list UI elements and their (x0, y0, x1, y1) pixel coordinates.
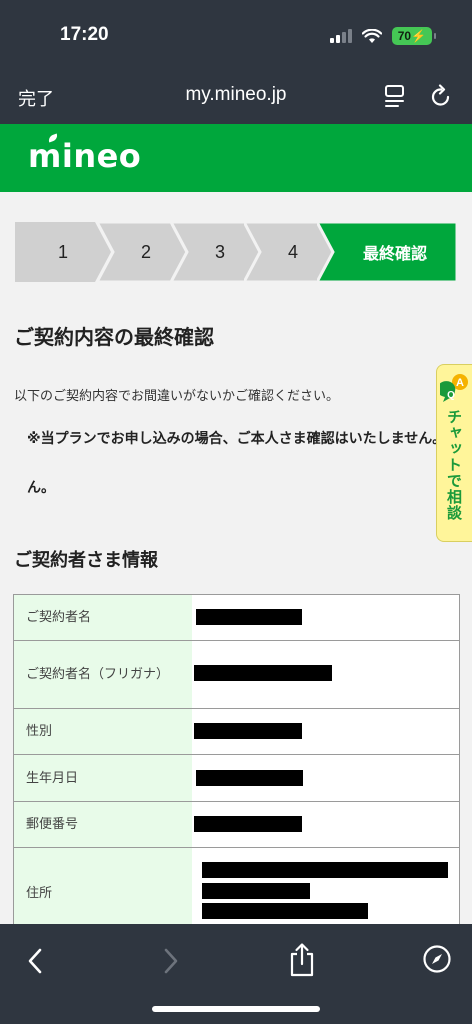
compass-icon[interactable] (422, 944, 452, 974)
step-final: 最終確認 (317, 222, 457, 282)
step-label: 最終確認 (362, 246, 427, 263)
brand-header: mineo (0, 124, 472, 192)
row-label: ご契約者名 (14, 595, 192, 640)
row-label: 郵便番号 (14, 802, 192, 847)
logo-text: mineo (28, 137, 142, 175)
svg-text:A: A (456, 377, 464, 389)
step-label: 3 (214, 241, 225, 262)
redacted-value (192, 709, 459, 754)
intro-text: 以下のご契約内容でお間違いがないかご確認ください。 (14, 389, 340, 404)
cellular-signal-icon (329, 29, 352, 43)
status-time: 17:20 (60, 24, 109, 45)
chat-label: チャットで相談 (445, 409, 463, 521)
status-icons: 70⚡ (329, 27, 437, 45)
table-row: 性別 (14, 709, 459, 755)
chat-qa-icon: A Q (440, 374, 468, 402)
row-label: 性別 (14, 709, 192, 754)
table-row: ご契約者名 (14, 595, 459, 641)
redacted-value (192, 802, 459, 847)
wifi-icon (361, 28, 382, 43)
contractor-info-table: ご契約者名 ご契約者名（フリガナ） 性別 生年月日 郵便番号 住所 (13, 594, 460, 939)
step-label: 2 (140, 241, 151, 262)
table-row: ご契約者名（フリガナ） (14, 641, 459, 709)
progress-steps: 1 2 3 4 最終確認 (15, 222, 457, 282)
reader-view-icon[interactable] (384, 84, 406, 108)
status-bar: 17:20 70⚡ (0, 0, 472, 70)
reload-icon[interactable] (430, 84, 452, 108)
redacted-value (192, 755, 459, 801)
mineo-logo[interactable]: mineo (28, 133, 142, 175)
home-indicator (152, 1006, 320, 1012)
notice-text-continued: ん。 (27, 480, 55, 496)
svg-text:Q: Q (447, 390, 455, 401)
browser-nav-bar: 完了 my.mineo.jp (0, 70, 472, 124)
page-title: ご契約内容の最終確認 (14, 325, 214, 349)
table-row: 郵便番号 (14, 802, 459, 848)
battery-icon: 70⚡ (391, 27, 437, 45)
section-title: ご契約者さま情報 (14, 550, 158, 571)
forward-icon[interactable] (160, 944, 182, 978)
back-icon[interactable] (24, 944, 46, 978)
battery-level: 70 (397, 29, 412, 43)
row-label: ご契約者名（フリガナ） (14, 641, 192, 708)
table-row: 生年月日 (14, 755, 459, 802)
notice-text: ※当プランでお申し込みの場合、ご本人さま確認はいたしません。 (27, 431, 441, 447)
step-label: 4 (287, 241, 298, 262)
step-label: 1 (57, 241, 68, 262)
chat-consult-tab[interactable]: A Q チャットで相談 (436, 364, 472, 542)
row-label: 生年月日 (14, 755, 192, 801)
share-icon[interactable] (288, 942, 316, 978)
redacted-value (192, 641, 459, 708)
redacted-value (192, 595, 459, 640)
